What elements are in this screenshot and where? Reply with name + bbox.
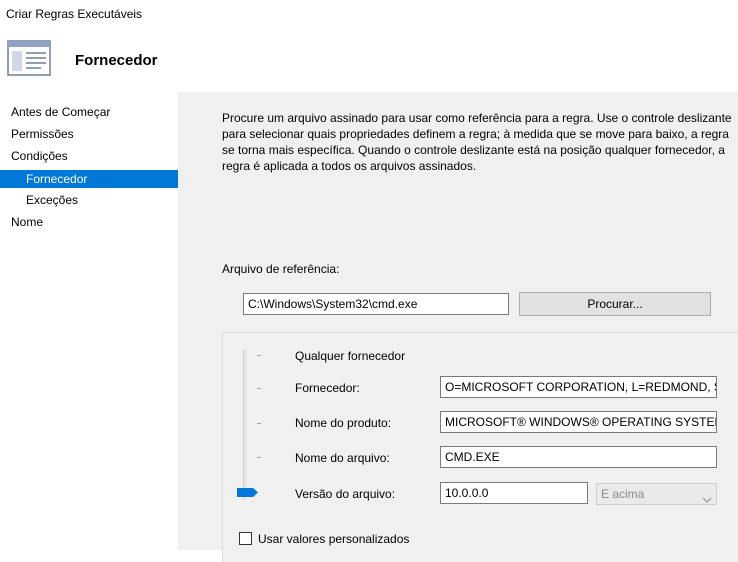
title-bar: Criar Regras Executáveis [0,0,738,30]
nav-item-fornecedor[interactable]: Fornecedor [0,170,178,188]
nav-item-excecoes[interactable]: Exceções [0,191,178,209]
wizard-nav: Antes de Começar Permissões Condições Fo… [0,92,178,550]
page-description: Procure um arquivo assinado para usar co… [222,111,732,173]
page-title: Fornecedor [75,52,158,69]
file-name-field[interactable]: CMD.EXE [440,446,717,468]
nav-item-label: Condições [11,149,68,163]
nav-item-permissoes[interactable]: Permissões [0,125,178,143]
slider-tick [257,388,261,389]
any-publisher-label: Qualquer fornecedor [295,349,406,363]
wizard-header: Fornecedor [0,30,738,92]
slider-tick [257,355,261,356]
file-version-field[interactable]: 10.0.0.0 [440,482,588,504]
specificity-slider-track[interactable] [243,350,247,500]
slider-tick [257,457,261,458]
reference-file-label: Arquivo de referência: [222,262,340,276]
publisher-label: Fornecedor: [295,381,360,395]
browse-button[interactable]: Procurar... [519,292,711,316]
nav-item-antes-de-comecar[interactable]: Antes de Começar [0,103,178,121]
nav-item-label: Antes de Começar [11,105,111,119]
publisher-field[interactable]: O=MICROSOFT CORPORATION, L=REDMOND, S=WA… [440,376,717,398]
nav-item-condicoes[interactable]: Condições [0,147,178,165]
custom-values-checkbox[interactable] [239,532,252,545]
reference-file-input[interactable]: C:\Windows\System32\cmd.exe [243,293,509,315]
nav-item-label: Permissões [11,127,74,141]
version-comparison-select[interactable]: E acima [596,483,717,505]
chevron-down-icon [702,490,712,503]
file-version-label: Versão do arquivo: [295,487,396,501]
slider-thumb[interactable] [237,486,259,497]
product-name-label: Nome do produto: [295,416,392,430]
product-name-field[interactable]: MICROSOFT® WINDOWS® OPERATING SYSTEM [440,411,717,433]
nav-item-nome[interactable]: Nome [0,213,178,231]
version-comparison-value: E acima [601,487,645,501]
slider-tick [257,423,261,424]
nav-item-label: Fornecedor [26,172,88,186]
custom-values-label: Usar valores personalizados [258,532,410,546]
nav-item-label: Exceções [26,193,79,207]
nav-item-label: Nome [11,215,44,229]
wizard-window-icon [7,40,51,76]
window-title: Criar Regras Executáveis [6,7,143,21]
file-name-label: Nome do arquivo: [295,451,390,465]
